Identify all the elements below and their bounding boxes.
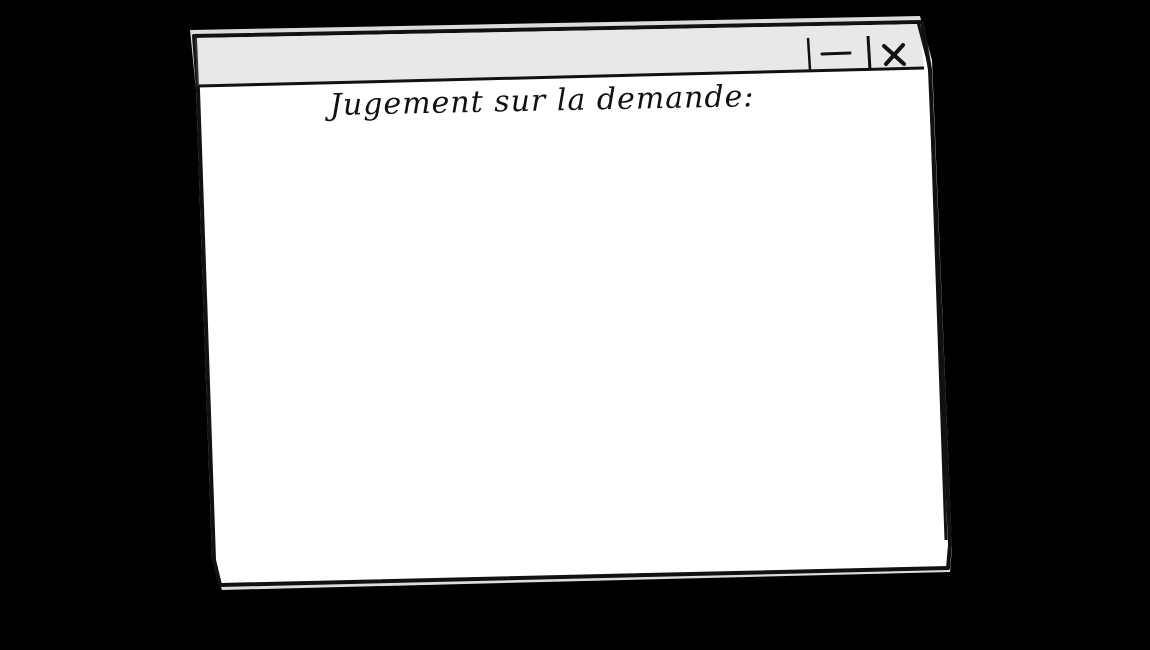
minimize-button[interactable] <box>810 38 866 68</box>
screen: Jugement sur la demande: <box>0 0 1150 650</box>
window-content-label: Jugement sur la demande: <box>329 79 755 123</box>
close-button[interactable] <box>869 38 919 68</box>
